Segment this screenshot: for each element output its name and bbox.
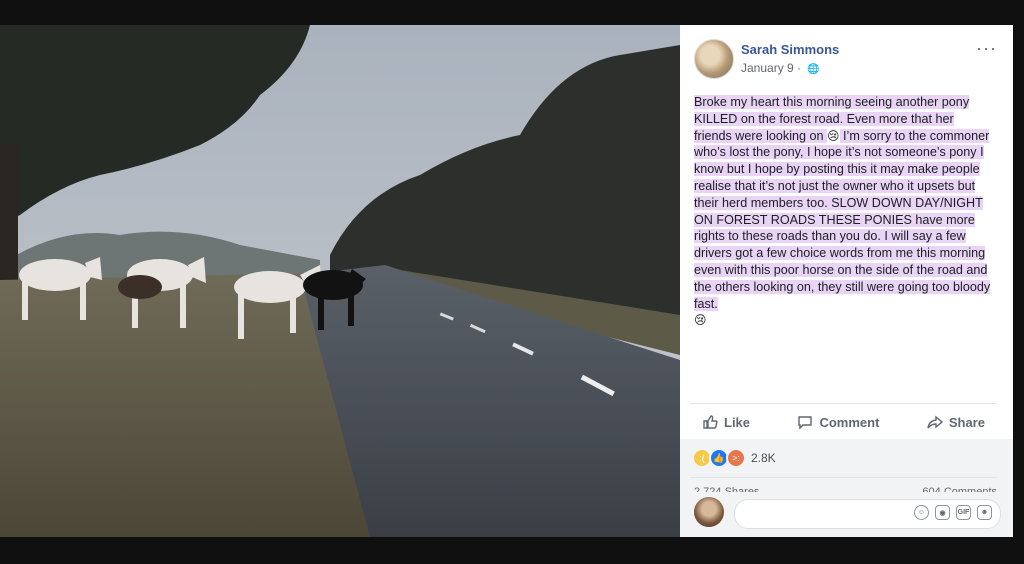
shares-count[interactable]: 2,724 Shares — [694, 484, 759, 492]
post-date[interactable]: January 9 · 🌐 — [741, 61, 820, 75]
comment-label: Comment — [819, 414, 880, 430]
sticker-icon[interactable]: ☻ — [977, 505, 992, 520]
like-label: Like — [724, 414, 751, 430]
post-photo[interactable] — [0, 25, 680, 537]
action-bar: Like Comment Share — [690, 407, 997, 437]
post-text-part-2: I’m sorry to the commoner who’s lost the… — [694, 128, 991, 311]
crying-emoji-icon-2: 😢 — [694, 313, 707, 328]
reactions-count[interactable]: 2.8K — [751, 451, 776, 465]
comments-count[interactable]: 604 Comments — [922, 484, 997, 492]
camera-icon[interactable]: ◉ — [935, 505, 950, 520]
author-avatar[interactable] — [694, 39, 734, 79]
viewer-avatar — [694, 497, 724, 527]
like-button[interactable]: Like — [690, 407, 762, 437]
post-date-text[interactable]: January 9 — [741, 61, 794, 75]
comment-bubble-icon — [798, 416, 813, 430]
share-button[interactable]: Share — [915, 407, 997, 437]
post-text: Broke my heart this morning seeing anoth… — [694, 94, 994, 329]
share-comment-counts: 2,724 Shares 604 Comments — [694, 484, 997, 492]
comment-composer: ☺ ◉ GIF ☻ — [694, 495, 1001, 529]
author-name[interactable]: Sarah Simmons — [741, 42, 839, 57]
share-arrow-icon — [927, 415, 943, 429]
more-options-icon[interactable]: ··· — [976, 39, 997, 57]
comment-button[interactable]: Comment — [785, 407, 891, 437]
share-label: Share — [948, 414, 985, 430]
globe-icon: 🌐 — [807, 64, 820, 75]
date-separator: · — [797, 61, 802, 75]
forest-road-photo — [0, 25, 680, 537]
emoji-icon[interactable]: ☺ — [914, 505, 929, 520]
divider-2 — [690, 477, 997, 478]
composer-icons: ☺ ◉ GIF ☻ — [914, 505, 992, 520]
comment-input[interactable]: ☺ ◉ GIF ☻ — [734, 499, 1001, 529]
gif-icon[interactable]: GIF — [956, 505, 971, 520]
post-header: Sarah Simmons January 9 · 🌐 ··· — [694, 39, 999, 79]
divider — [690, 403, 997, 404]
angry-face-icon: >: — [726, 448, 746, 468]
post-panel: Sarah Simmons January 9 · 🌐 ··· Broke my… — [680, 25, 1013, 537]
reactions-summary[interactable]: :( 👍 >: 2.8K — [692, 448, 776, 468]
crying-emoji-icon: 😢 — [827, 128, 840, 143]
like-thumb-icon — [703, 415, 718, 429]
